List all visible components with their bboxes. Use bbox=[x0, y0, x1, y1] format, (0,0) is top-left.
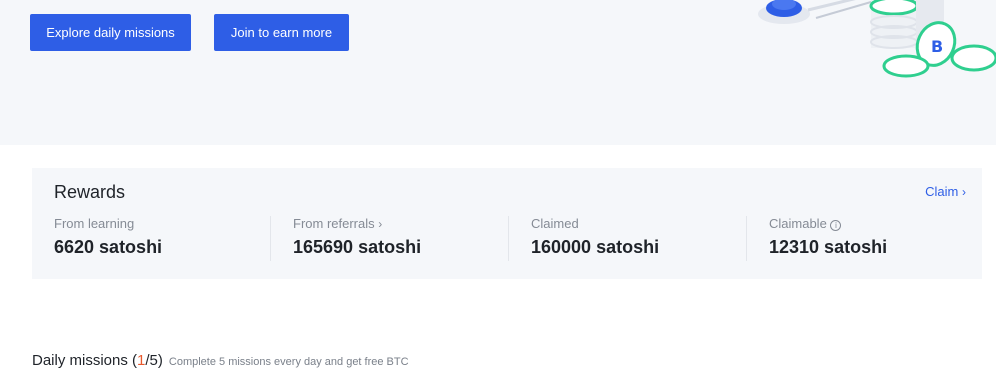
explore-daily-missions-button[interactable]: Explore daily missions bbox=[30, 14, 191, 51]
claim-label: Claim bbox=[925, 184, 959, 199]
join-to-earn-more-button[interactable]: Join to earn more bbox=[214, 14, 349, 51]
stat-value: 160000 satoshi bbox=[531, 237, 660, 257]
missions-progress-total: /5) bbox=[145, 352, 163, 369]
chevron-right-icon: › bbox=[962, 185, 966, 199]
chevron-right-icon: › bbox=[378, 217, 383, 231]
stat-from-learning: From learning 6620 satoshi bbox=[54, 216, 162, 261]
coins-illustration: B bbox=[758, 0, 996, 78]
missions-title: Daily missions (1/5) bbox=[32, 352, 163, 369]
from-referrals-link[interactable]: From referrals › bbox=[293, 216, 421, 231]
hero-banner: Explore daily missions Join to earn more… bbox=[0, 0, 996, 145]
stat-label: From referrals bbox=[293, 216, 375, 231]
info-icon[interactable]: i bbox=[830, 220, 842, 231]
missions-subtitle: Complete 5 missions every day and get fr… bbox=[168, 356, 409, 368]
rewards-panel: Rewards Claim › From learning 6620 satos… bbox=[32, 168, 982, 279]
stat-label-row: Claimable i bbox=[769, 216, 887, 231]
stat-label: Claimable bbox=[769, 216, 827, 231]
rewards-title: Rewards bbox=[54, 182, 126, 202]
stat-label: Claimed bbox=[531, 216, 579, 231]
stat-value: 165690 satoshi bbox=[293, 237, 422, 257]
stat-label: From learning bbox=[54, 216, 135, 231]
bitcoin-icon: B bbox=[931, 37, 943, 56]
daily-missions-header: Daily missions (1/5) Complete 5 missions… bbox=[32, 352, 409, 369]
stat-claimable: Claimable i 12310 satoshi bbox=[746, 216, 887, 261]
stat-value: 6620 satoshi bbox=[54, 237, 163, 257]
stat-claimed: Claimed 160000 satoshi bbox=[508, 216, 659, 261]
missions-title-text: Daily missions bbox=[32, 352, 128, 369]
stat-value: 12310 satoshi bbox=[769, 237, 888, 257]
stat-from-referrals: From referrals › 165690 satoshi bbox=[270, 216, 421, 261]
claim-link[interactable]: Claim › bbox=[925, 184, 966, 199]
